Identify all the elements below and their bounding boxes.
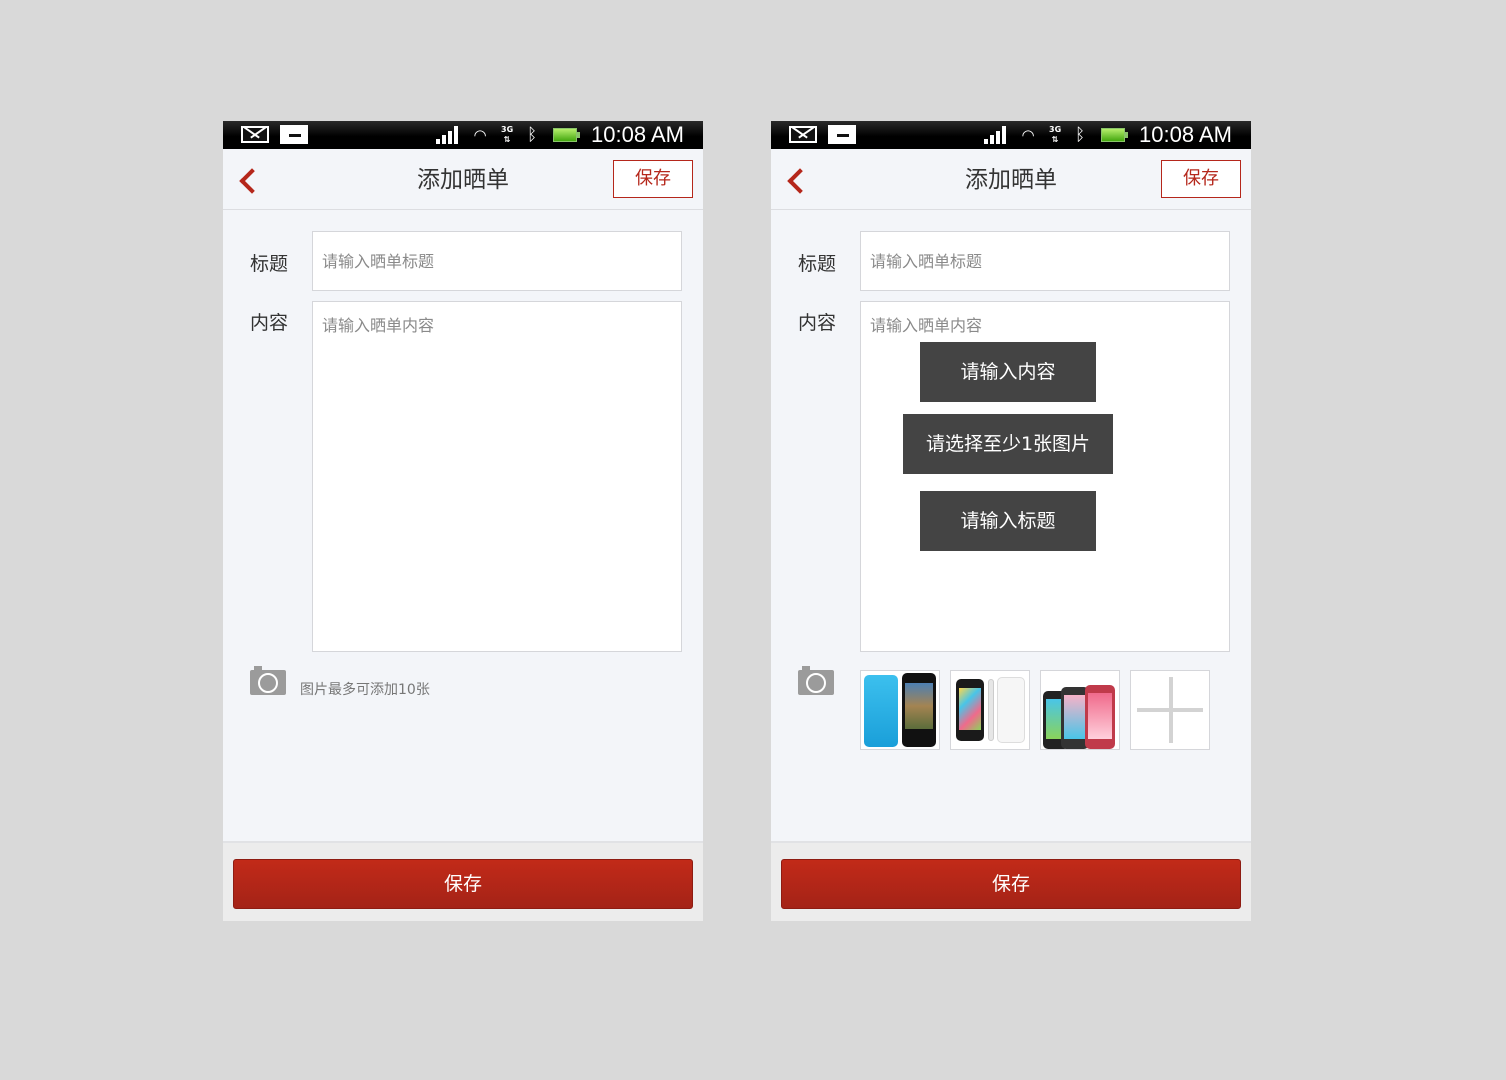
sim-card-icon — [828, 125, 856, 144]
bottom-bar: 保存 — [771, 841, 1251, 921]
photo-limit-hint: 图片最多可添加10张 — [300, 682, 430, 698]
iphone-screen-photo — [902, 673, 936, 747]
photo-thumbnail[interactable] — [860, 670, 940, 750]
bluetooth-icon: ᛒ — [527, 125, 538, 145]
bottom-bar: 保存 — [223, 841, 703, 921]
content-label: 内容 — [250, 312, 289, 334]
status-bar: ◠ 3G ⇅ ᛒ 10:08 AM — [223, 121, 703, 149]
camera-icon[interactable] — [798, 666, 834, 695]
network-3g-icon: 3G ⇅ — [501, 125, 514, 144]
title-label: 标题 — [798, 253, 837, 275]
toast-enter-title: 请输入标题 — [920, 491, 1096, 551]
bottom-save-button[interactable]: 保存 — [233, 859, 693, 909]
wifi-icon: ◠ — [1021, 126, 1035, 144]
toast-enter-content: 请输入内容 — [920, 342, 1096, 402]
status-time: 10:08 AM — [591, 122, 684, 147]
status-time: 10:08 AM — [1139, 122, 1232, 147]
phone-screen-validation: ◠ 3G⇅ ᛒ 10:08 AM 添加晒单 保存 标题 内容 请输入内容 请选择… — [771, 121, 1251, 921]
iphone-side-photo — [988, 679, 994, 741]
nav-bar: 添加晒单 保存 — [771, 149, 1251, 210]
title-input[interactable] — [860, 231, 1230, 291]
toast-select-image: 请选择至少1张图片 — [903, 414, 1113, 474]
back-icon[interactable] — [235, 165, 259, 195]
network-3g-icon: 3G ⇅ — [1049, 125, 1062, 144]
camera-icon[interactable] — [250, 666, 286, 695]
wifi-icon: ◠ — [473, 126, 487, 144]
bottom-save-button[interactable]: 保存 — [781, 859, 1241, 909]
iphone-5c-white-photo — [956, 679, 984, 741]
status-bar: ◠ 3G ⇅ ᛒ 10:08 AM — [771, 121, 1251, 149]
iphone-5c-colors-photo — [1085, 685, 1115, 749]
mail-icon — [241, 126, 269, 143]
photo-thumbnail[interactable] — [1040, 670, 1120, 750]
content-textarea[interactable] — [312, 301, 682, 652]
iphone-5c-blue-photo — [864, 675, 898, 747]
signal-icon — [984, 126, 1006, 144]
header-save-button[interactable]: 保存 — [1161, 160, 1241, 198]
bluetooth-icon: ᛒ — [1075, 125, 1086, 145]
photo-thumbnail[interactable] — [950, 670, 1030, 750]
signal-icon — [436, 126, 458, 144]
mail-icon — [789, 126, 817, 143]
content-label: 内容 — [798, 312, 837, 334]
back-icon[interactable] — [783, 165, 807, 195]
title-label: 标题 — [250, 253, 289, 275]
add-photo-button[interactable] — [1130, 670, 1210, 750]
phone-screen-empty: ◠ 3G⇅ ᛒ 10:08 AM 添加晒单 保存 标题 内容 图片最多可添加10… — [223, 121, 703, 921]
battery-icon — [553, 128, 580, 142]
header-save-button[interactable]: 保存 — [613, 160, 693, 198]
sim-card-icon — [280, 125, 308, 144]
title-input[interactable] — [312, 231, 682, 291]
battery-icon — [1101, 128, 1128, 142]
iphone-back-photo — [997, 677, 1025, 743]
nav-bar: 添加晒单 保存 — [223, 149, 703, 210]
